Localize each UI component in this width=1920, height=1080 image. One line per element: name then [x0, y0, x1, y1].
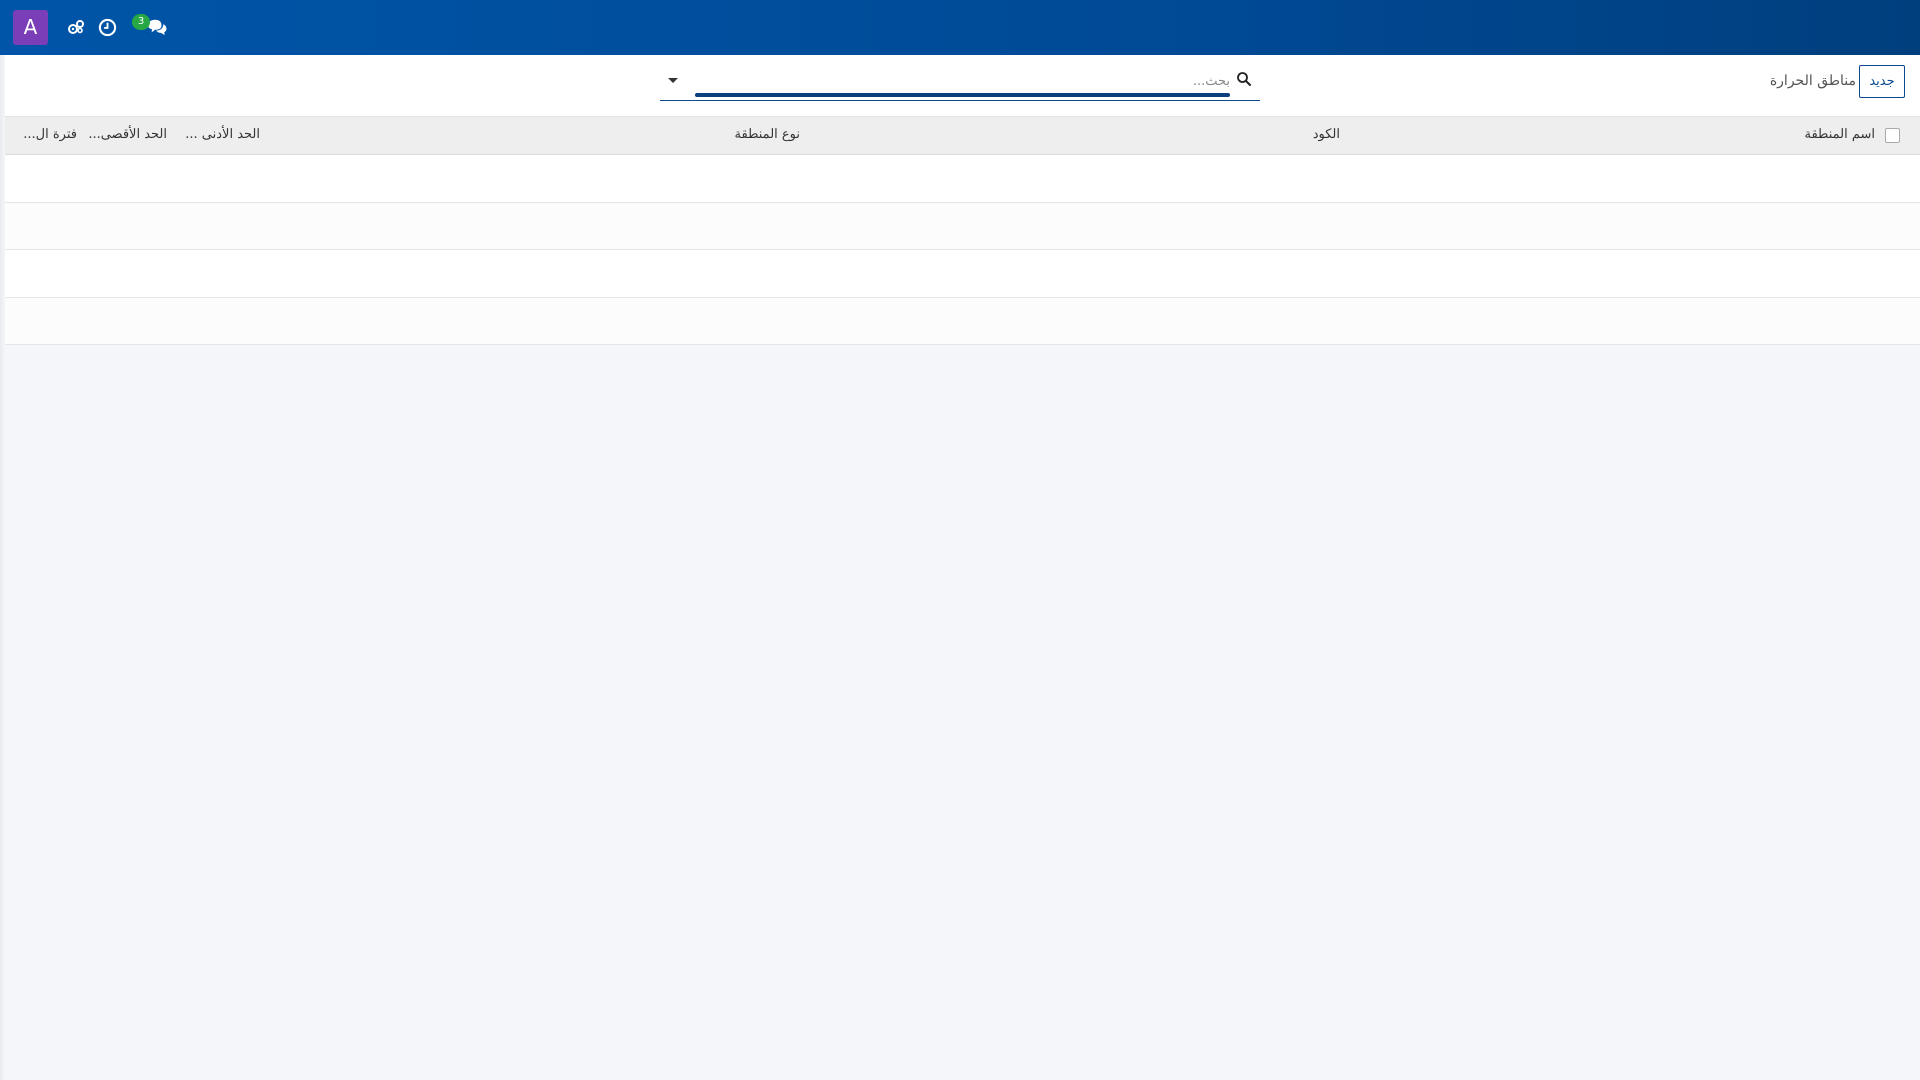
column-header-zone-name[interactable]: اسم المنطقة [1804, 127, 1875, 142]
dropdown-toggle-icon[interactable] [666, 75, 680, 85]
table-row[interactable] [5, 155, 1920, 203]
clock-icon[interactable] [95, 15, 119, 39]
search-bar [660, 65, 1260, 101]
column-header-code[interactable]: الكود [1313, 127, 1340, 142]
user-avatar[interactable]: A [13, 10, 48, 45]
table-row[interactable] [5, 297, 1920, 345]
messages-count-badge: 3 [132, 14, 150, 30]
top-navbar: A 3 [0, 0, 1920, 55]
table-row[interactable] [5, 202, 1920, 250]
column-header-min-limit[interactable]: الحد الأدنى ... [185, 127, 260, 142]
search-icon[interactable] [1236, 71, 1252, 87]
select-all-checkbox[interactable] [1885, 128, 1900, 143]
column-header-zone-type[interactable]: نوع المنطقة [735, 127, 800, 142]
table-body [5, 155, 1920, 345]
search-input-underline [695, 93, 1230, 97]
control-panel: جديد مناطق الحرارة [0, 55, 1920, 117]
settings-cogs-icon[interactable] [64, 15, 88, 39]
new-button[interactable]: جديد [1859, 65, 1905, 98]
table-header: اسم المنطقة الكود نوع المنطقة الحد الأدن… [5, 117, 1920, 155]
search-input[interactable] [695, 69, 1230, 93]
breadcrumb: مناطق الحرارة [1769, 73, 1856, 89]
column-header-period[interactable]: فترة ال... [23, 127, 77, 142]
column-header-max-limit[interactable]: الحد الأقصى... [88, 127, 167, 142]
table-row[interactable] [5, 250, 1920, 298]
